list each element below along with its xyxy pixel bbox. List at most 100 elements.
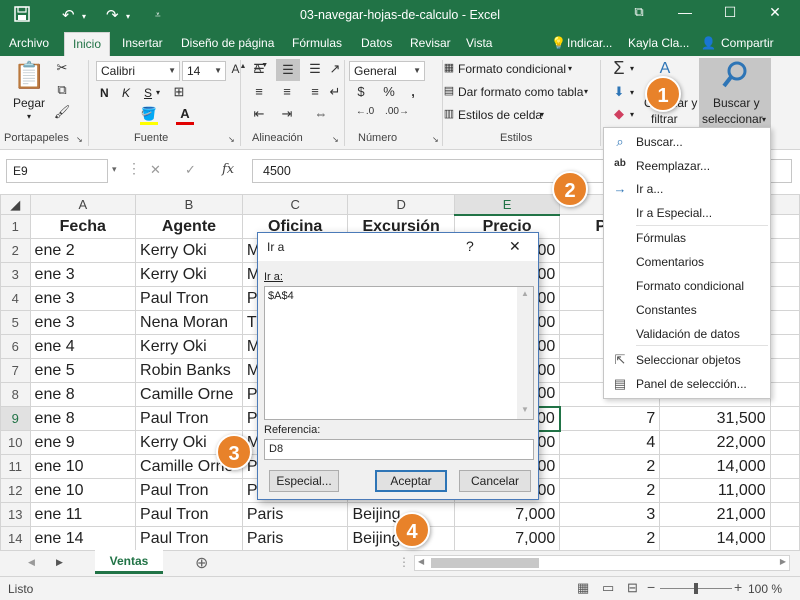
cell[interactable]: ene 10: [29, 478, 137, 503]
dialog-close-icon[interactable]: ✕: [509, 238, 521, 255]
cell[interactable]: ene 8: [29, 406, 137, 431]
format-painter-icon[interactable]: 🖌: [53, 104, 71, 120]
tell-me-box[interactable]: Indicar...: [567, 36, 612, 50]
list-item[interactable]: $A$4: [268, 290, 294, 302]
row-header[interactable]: 4: [0, 286, 31, 311]
cell[interactable]: Paul Tron: [135, 406, 243, 431]
row-header[interactable]: 11: [0, 454, 31, 479]
font-color-icon[interactable]: A: [176, 106, 194, 121]
align-top-icon[interactable]: ☰: [250, 61, 268, 77]
cell[interactable]: Paul Tron: [135, 502, 243, 527]
cell[interactable]: Paris: [241, 502, 349, 527]
cell[interactable]: [769, 502, 800, 527]
paste-dropdown-icon[interactable]: ▾: [27, 112, 31, 121]
cell[interactable]: Kerry Oki: [135, 238, 243, 263]
row-header[interactable]: 2: [0, 238, 31, 263]
confirm-entry-icon[interactable]: ✓: [185, 162, 196, 178]
cell[interactable]: [769, 406, 800, 431]
cell[interactable]: ene 5: [29, 358, 137, 383]
cell[interactable]: Paul Tron: [135, 526, 243, 550]
menu-item-conditional-format[interactable]: Formato condicional: [604, 275, 770, 299]
zoom-level[interactable]: 100 %: [748, 582, 782, 596]
cell[interactable]: 14,000: [659, 526, 771, 550]
cell[interactable]: [769, 238, 800, 263]
align-right-icon[interactable]: ≡: [306, 84, 324, 99]
menu-item-comments[interactable]: Comentarios: [604, 251, 770, 275]
decrease-decimal-icon[interactable]: .00→: [384, 106, 410, 117]
menu-item-goto-special[interactable]: Ir a Especial...: [604, 202, 770, 226]
alignment-launcher-icon[interactable]: ↘: [332, 135, 339, 144]
cell[interactable]: Agente: [135, 214, 243, 239]
cell[interactable]: ene 10: [29, 454, 137, 479]
scroll-up-icon[interactable]: ▲: [521, 289, 529, 298]
tab-datos[interactable]: Datos: [361, 36, 392, 50]
select-all-corner[interactable]: ◢: [0, 194, 31, 215]
cell[interactable]: ene 14: [29, 526, 137, 550]
underline-button[interactable]: S: [144, 86, 152, 100]
cell[interactable]: Fecha: [29, 214, 137, 239]
menu-item-replace[interactable]: ab Reemplazar...: [604, 155, 770, 179]
cell[interactable]: 7,000: [453, 502, 561, 527]
cell[interactable]: ene 8: [29, 382, 137, 407]
increase-font-icon[interactable]: A▲: [230, 62, 248, 76]
menu-item-formulas[interactable]: Fórmulas: [604, 227, 770, 251]
maximize-icon[interactable]: ☐: [715, 4, 745, 21]
share-button[interactable]: Compartir: [721, 36, 774, 50]
copy-icon[interactable]: ⧉: [53, 82, 71, 98]
cell[interactable]: [769, 478, 800, 503]
cell[interactable]: ene 11: [29, 502, 137, 527]
tab-diseno-pagina[interactable]: Diseño de página: [181, 36, 274, 50]
cell[interactable]: 11,000: [659, 478, 771, 503]
cell[interactable]: [769, 382, 800, 407]
cell[interactable]: [769, 358, 800, 383]
comma-style-icon[interactable]: ,: [404, 84, 422, 99]
column-header[interactable]: E: [453, 194, 561, 216]
row-header[interactable]: 6: [0, 334, 31, 359]
horizontal-scrollbar[interactable]: ◀ ▶: [414, 555, 790, 571]
menu-item-selection-pane[interactable]: ▤ Panel de selección...: [604, 373, 770, 397]
cell[interactable]: ene 9: [29, 430, 137, 455]
cut-icon[interactable]: ✂: [53, 60, 71, 76]
row-header[interactable]: 8: [0, 382, 31, 407]
decrease-indent-icon[interactable]: ⇤: [250, 106, 268, 122]
zoom-out-icon[interactable]: −: [647, 579, 655, 595]
table-format-button[interactable]: Dar formato como tabla: [458, 85, 583, 99]
cell[interactable]: Paris: [241, 526, 349, 550]
cell[interactable]: Nena Moran: [135, 310, 243, 335]
cancel-button[interactable]: Cancelar: [459, 470, 531, 492]
cell[interactable]: 2: [559, 478, 661, 503]
help-icon[interactable]: ?: [466, 238, 474, 254]
cell[interactable]: 7: [559, 406, 661, 431]
menu-item-select-objects[interactable]: ⇱ Seleccionar objetos: [604, 349, 770, 373]
cell[interactable]: [769, 454, 800, 479]
cell[interactable]: 31,500: [659, 406, 771, 431]
cell[interactable]: ene 2: [29, 238, 137, 263]
wrap-text-icon[interactable]: ↵: [326, 84, 344, 100]
special-button[interactable]: Especial...: [269, 470, 339, 492]
reference-input[interactable]: D8: [264, 439, 534, 460]
cancel-entry-icon[interactable]: ✕: [150, 162, 161, 178]
row-header[interactable]: 5: [0, 310, 31, 335]
merge-center-icon[interactable]: ⇔: [306, 106, 336, 121]
table-format-icon[interactable]: ▤: [441, 84, 457, 97]
ribbon-display-icon[interactable]: ⧉: [624, 4, 654, 20]
increase-indent-icon[interactable]: ⇥: [278, 106, 296, 122]
conditional-format-button[interactable]: Formato condicional: [458, 62, 566, 76]
cell[interactable]: Camille Orne: [135, 382, 243, 407]
cell[interactable]: 2: [559, 526, 661, 550]
align-center-icon[interactable]: ≡: [278, 84, 296, 99]
scroll-down-icon[interactable]: ▼: [521, 405, 529, 414]
currency-icon[interactable]: $: [352, 84, 370, 99]
row-header[interactable]: 12: [0, 478, 31, 503]
conditional-format-icon[interactable]: ▦: [441, 61, 457, 74]
underline-dropdown-icon[interactable]: ▾: [156, 88, 160, 97]
ok-button[interactable]: Aceptar: [375, 470, 447, 492]
clipboard-launcher-icon[interactable]: ↘: [76, 135, 83, 144]
normal-view-icon[interactable]: ▦: [577, 580, 589, 596]
cell[interactable]: 7,000: [453, 526, 561, 550]
fill-icon[interactable]: ⬇: [610, 84, 628, 100]
cell[interactable]: 4: [559, 430, 661, 455]
menu-item-constants[interactable]: Constantes: [604, 299, 770, 323]
cell[interactable]: Paul Tron: [135, 478, 243, 503]
row-header[interactable]: 10: [0, 430, 31, 455]
